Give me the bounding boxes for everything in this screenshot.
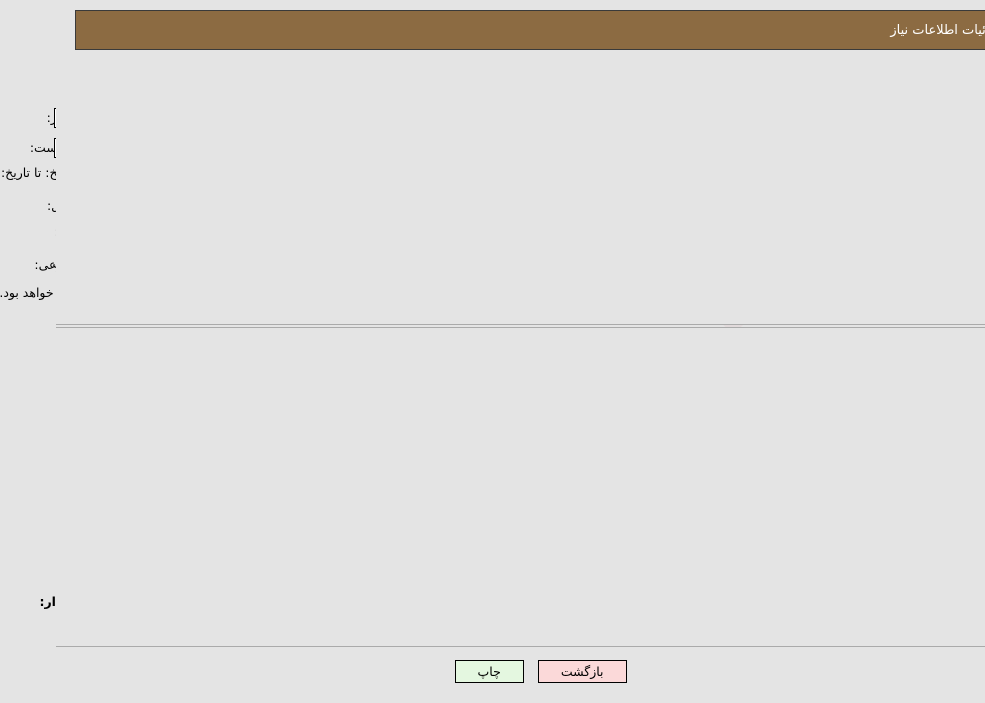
page-root: AnaTender anatender.ir جزئیات اطلاعات نی… [0,0,985,703]
page-header: جزئیات اطلاعات نیاز [27,10,968,50]
details-panel [8,327,977,647]
back-button[interactable]: بازگشت [490,660,579,683]
print-button[interactable]: چاپ [407,660,476,683]
page-title: جزئیات اطلاعات نیاز [842,23,953,38]
summary-panel [8,62,977,325]
footer-button-bar: بازگشت چاپ [0,660,985,683]
